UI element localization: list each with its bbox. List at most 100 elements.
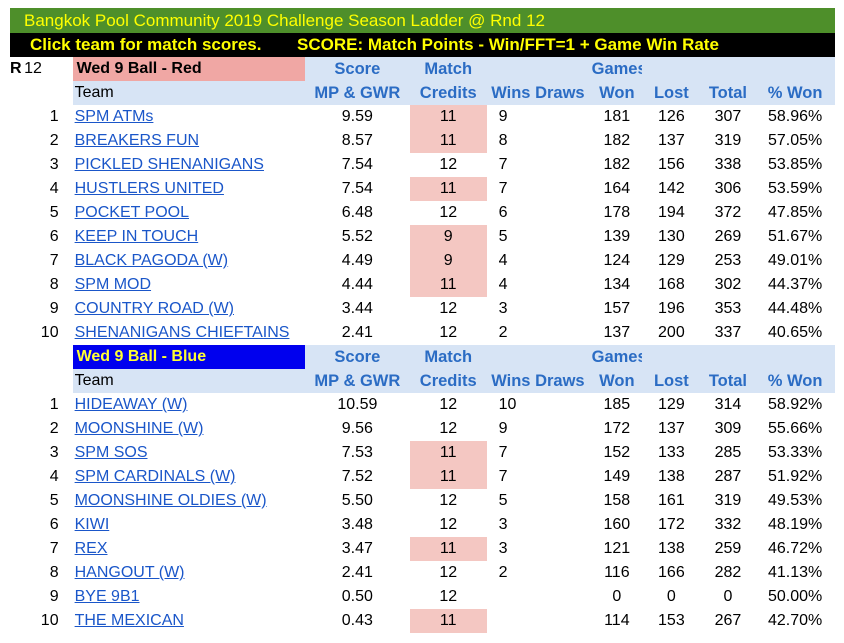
games-won: 152	[603, 444, 631, 461]
team-link[interactable]: SHENANIGANS CHIEFTAINS	[75, 324, 290, 341]
team-link[interactable]: MOONSHINE OLDIES (W)	[75, 492, 267, 509]
table-row: 10 THE MEXICAN 0.43 11 114 153 267 42.70%	[10, 609, 835, 633]
team-link[interactable]: SPM SOS	[75, 444, 148, 461]
ladder-table: R 12 Wed 9 Ball - Red Score Match Games Team MP…	[10, 57, 835, 633]
header-credits: Credits	[409, 81, 487, 105]
games-won: 157	[603, 300, 631, 317]
team-link[interactable]: BYE 9B1	[75, 588, 140, 605]
blank-cell	[10, 273, 24, 297]
games-won: 137	[603, 324, 631, 341]
score: 5.52	[341, 228, 373, 245]
draws	[535, 321, 592, 345]
pct-won: 49.53%	[767, 492, 823, 509]
rank: 7	[49, 540, 59, 557]
header-score-sub: MP & GWR	[304, 369, 410, 393]
team-link[interactable]: THE MEXICAN	[75, 612, 184, 629]
draws	[535, 201, 592, 225]
blank-cell	[10, 225, 24, 249]
header-games: Games	[591, 57, 643, 81]
team-cell: SPM CARDINALS (W)	[73, 465, 305, 489]
team-link[interactable]: HANGOUT (W)	[75, 564, 185, 581]
header-blank	[535, 57, 592, 81]
header-credits: Credits	[409, 369, 487, 393]
team-link[interactable]: HUSTLERS UNITED	[75, 180, 224, 197]
pct-won: 51.92%	[767, 468, 823, 485]
wins: 5	[498, 228, 508, 245]
team-link[interactable]: KEEP IN TOUCH	[75, 228, 199, 245]
rank: 10	[40, 612, 59, 629]
header-total: Total	[700, 369, 756, 393]
games-won: 124	[603, 252, 631, 269]
games-total: 353	[714, 300, 742, 317]
wins: 8	[498, 132, 508, 149]
team-link[interactable]: SPM CARDINALS (W)	[75, 468, 236, 485]
pct-won: 47.85%	[767, 204, 823, 221]
team-cell: KEEP IN TOUCH	[73, 225, 305, 249]
division-name: Wed 9 Ball - Blue	[72, 345, 305, 369]
score: 4.44	[341, 276, 373, 293]
games-won: 160	[603, 516, 631, 533]
table-row: 2 MOONSHINE (W) 9.56 12 9 172 137 309 55.66%	[10, 417, 835, 441]
games-won: 181	[603, 108, 631, 125]
games-total: 319	[714, 132, 742, 149]
score-legend: SCORE: Match Points - Win/FFT=1 + Game W…	[297, 35, 719, 54]
team-link[interactable]: COUNTRY ROAD (W)	[75, 300, 234, 317]
header-blank	[700, 345, 756, 369]
wins: 9	[498, 108, 508, 125]
credits: 12	[439, 516, 458, 533]
wins	[487, 585, 535, 609]
rank: 7	[49, 252, 59, 269]
team-link[interactable]: REX	[75, 540, 108, 557]
games-lost: 194	[658, 204, 685, 221]
header-score-sub: MP & GWR	[304, 81, 410, 105]
draws	[535, 489, 592, 513]
header-match: Match	[409, 57, 487, 81]
blank-cell	[10, 369, 24, 393]
games-lost: 196	[658, 300, 685, 317]
games-lost: 130	[658, 228, 685, 245]
header-wins: Wins	[486, 369, 536, 393]
score: 7.53	[341, 444, 373, 461]
team-link[interactable]: BLACK PAGODA (W)	[75, 252, 229, 269]
team-link[interactable]: BREAKERS FUN	[75, 132, 199, 149]
team-link[interactable]: HIDEAWAY (W)	[75, 396, 188, 413]
team-link[interactable]: SPM MOD	[75, 276, 151, 293]
header-team: Team	[72, 369, 305, 393]
team-link[interactable]: PICKLED SHENANIGANS	[75, 156, 264, 173]
games-total: 319	[714, 492, 742, 509]
blank-cell	[24, 345, 72, 369]
draws	[535, 537, 592, 561]
team-link[interactable]: MOONSHINE (W)	[75, 420, 204, 437]
wins: 7	[498, 180, 508, 197]
games-lost: 166	[658, 564, 685, 581]
wins: 6	[498, 204, 508, 221]
subtitle-bar: Click team for match scores. SCORE: Matc…	[10, 33, 835, 57]
score: 7.54	[341, 156, 373, 173]
pct-won: 58.92%	[767, 396, 823, 413]
team-link[interactable]: SPM ATMs	[75, 108, 154, 125]
header-won: Won	[591, 81, 643, 105]
team-link[interactable]: KIWI	[75, 516, 110, 533]
header-score: Score	[304, 57, 410, 81]
credits: 9	[409, 249, 487, 273]
pct-won: 40.65%	[767, 324, 823, 341]
team-cell: COUNTRY ROAD (W)	[73, 297, 305, 321]
header-draws: Draws	[535, 369, 592, 393]
games-won: 121	[603, 540, 631, 557]
score: 3.47	[341, 540, 373, 557]
table-row: 6 KEEP IN TOUCH 5.52 9 5 139 130 269 51.67%	[10, 225, 835, 249]
team-link[interactable]: POCKET POOL	[75, 204, 189, 221]
draws	[535, 417, 592, 441]
table-row: 4 HUSTLERS UNITED 7.54 11 7 164 142 306 53.59%	[10, 177, 835, 201]
draws	[535, 297, 592, 321]
games-total: 259	[714, 540, 742, 557]
header-blank	[642, 345, 701, 369]
header-team: Team	[72, 81, 305, 105]
wins: 7	[498, 468, 508, 485]
team-cell: BLACK PAGODA (W)	[73, 249, 305, 273]
header-games: Games	[591, 345, 643, 369]
blank-cell	[10, 153, 24, 177]
round-label: R	[10, 60, 22, 77]
score: 9.56	[341, 420, 373, 437]
pct-won: 57.05%	[767, 132, 823, 149]
